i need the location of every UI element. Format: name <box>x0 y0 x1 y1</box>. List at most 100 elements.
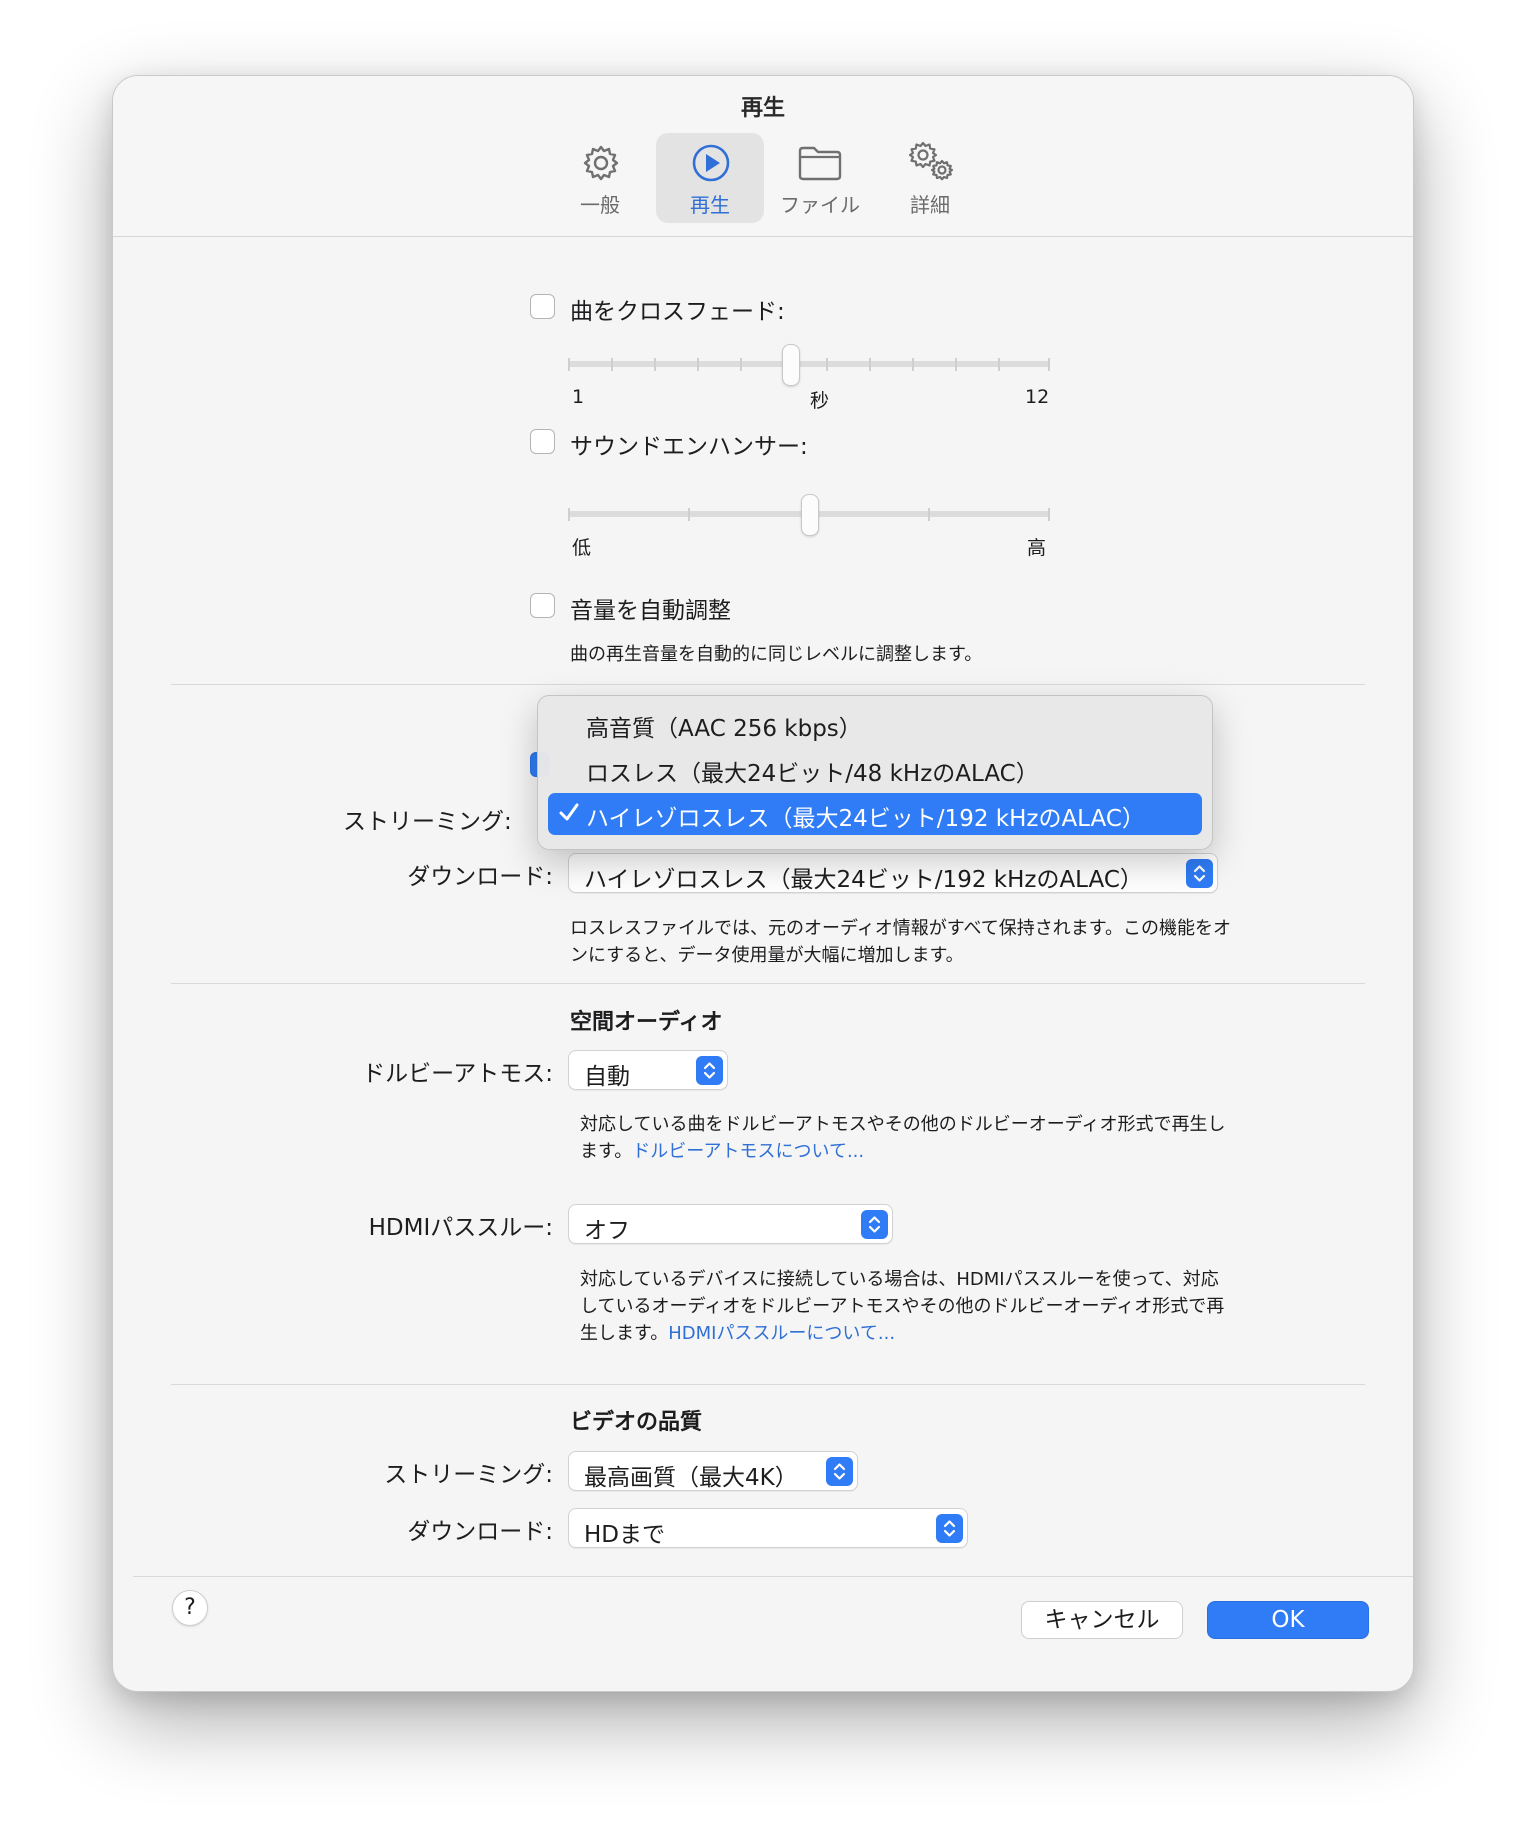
chevron-updown-icon <box>833 1463 846 1480</box>
crossfade-tick <box>697 358 699 371</box>
hdmi-description-line1: 対応しているデバイスに接続している場合は、HDMIパススルーを使って、対応 <box>580 1269 1219 1290</box>
menu-item-lossless[interactable]: ロスレス（最大24ビット/48 kHzのALAC） <box>548 748 1202 790</box>
crossfade-tick <box>998 358 1000 371</box>
tab-playback[interactable]: 再生 <box>656 133 764 223</box>
sound-check-description: 曲の再生音量を自動的に同じレベルに調整します。 <box>570 644 983 665</box>
lossless-description-line1: ロスレスファイルでは、元のオーディオ情報がすべて保持されます。この機能をオ <box>570 918 1231 939</box>
hdmi-passthrough-stepper <box>861 1210 888 1239</box>
crossfade-label: 曲をクロスフェード: <box>570 299 785 325</box>
chevron-updown-icon <box>1193 865 1206 882</box>
hdmi-passthrough-value: オフ <box>584 1218 630 1244</box>
video-download-value: HDまで <box>584 1522 666 1548</box>
dolby-atmos-value: 自動 <box>584 1064 630 1090</box>
sound-enhancer-tick <box>688 508 690 521</box>
crossfade-tick <box>740 358 742 371</box>
tab-general-label: 一般 <box>580 193 620 217</box>
crossfade-max-label: 12 <box>1025 386 1050 408</box>
ok-button[interactable]: OK <box>1207 1601 1369 1639</box>
sound-enhancer-slider-thumb[interactable] <box>801 494 819 536</box>
lossless-description-line2: ンにすると、データ使用量が大幅に増加します。 <box>570 945 964 966</box>
tab-files[interactable]: ファイル <box>766 133 874 223</box>
crossfade-min-label: 1 <box>572 386 585 408</box>
section-divider <box>171 684 1365 685</box>
crossfade-slider-track <box>568 361 1050 367</box>
chevron-updown-icon <box>868 1216 881 1233</box>
sound-enhancer-low-label: 低 <box>572 537 592 559</box>
video-download-label: ダウンロード: <box>407 1519 553 1545</box>
crossfade-unit-label: 秒 <box>810 390 830 412</box>
tab-advanced[interactable]: 詳細 <box>876 133 984 223</box>
crossfade-tick <box>955 358 957 371</box>
chevron-updown-icon <box>703 1062 716 1079</box>
audio-download-label: ダウンロード: <box>407 864 553 890</box>
audio-download-stepper <box>1186 859 1213 888</box>
section-divider <box>171 983 1365 984</box>
crossfade-tick <box>654 358 656 371</box>
menu-item-high-quality[interactable]: 高音質（AAC 256 kbps） <box>548 703 1202 745</box>
menu-item-hires-lossless[interactable]: ハイレゾロスレス（最大24ビット/192 kHzのALAC） <box>548 793 1202 835</box>
sound-enhancer-checkbox[interactable] <box>530 429 555 454</box>
chevron-updown-icon <box>943 1520 956 1537</box>
crossfade-tick <box>912 358 914 371</box>
video-download-stepper <box>936 1514 963 1543</box>
spatial-audio-heading: 空間オーディオ <box>570 1010 723 1035</box>
menu-item-label: ハイレゾロスレス（最大24ビット/192 kHzのALAC） <box>586 806 1145 832</box>
checkmark-icon <box>558 799 580 831</box>
crossfade-tick <box>869 358 871 371</box>
toolbar: 一般 再生 ファイル 詳細 <box>113 133 1413 228</box>
dolby-atmos-label: ドルビーアトモス: <box>362 1061 553 1087</box>
menu-item-label: 高音質（AAC 256 kbps） <box>586 716 862 742</box>
footer-divider <box>133 1576 1413 1577</box>
crossfade-tick <box>611 358 613 371</box>
hdmi-passthrough-label: HDMIパススルー: <box>368 1215 553 1241</box>
hdmi-description-prefix: 生します。 <box>580 1323 669 1344</box>
menu-item-label: ロスレス（最大24ビット/48 kHzのALAC） <box>586 761 1039 787</box>
dolby-atmos-link[interactable]: ドルビーアトモスについて... <box>632 1141 864 1162</box>
sound-enhancer-label: サウンドエンハンサー: <box>570 434 808 460</box>
tab-playback-label: 再生 <box>690 193 730 217</box>
video-streaming-label: ストリーミング: <box>384 1462 553 1488</box>
tab-general[interactable]: 一般 <box>546 133 654 223</box>
gear-icon <box>583 145 619 181</box>
video-quality-heading: ビデオの品質 <box>570 1410 703 1435</box>
sound-enhancer-high-label: 高 <box>1027 537 1047 559</box>
preferences-window: 再生 一般 再生 ファイル 詳細 曲をクロスフェード: 1 秒 12 サウンドエ… <box>112 75 1414 1692</box>
hdmi-description-line3: 生します。HDMIパススルーについて... <box>580 1320 895 1347</box>
dolby-atmos-select[interactable]: 自動 <box>568 1050 728 1090</box>
audio-download-select[interactable]: ハイレゾロスレス（最大24ビット/192 kHzのALAC） <box>568 853 1218 893</box>
window-title: 再生 <box>740 96 785 121</box>
video-download-select[interactable]: HDまで <box>568 1508 968 1548</box>
sound-enhancer-tick <box>928 508 930 521</box>
sound-check-label: 音量を自動調整 <box>570 598 731 624</box>
crossfade-tick <box>826 358 828 371</box>
crossfade-tick <box>1048 358 1050 371</box>
folder-icon <box>798 146 842 181</box>
sound-check-checkbox[interactable] <box>530 593 555 618</box>
dolby-atmos-stepper <box>696 1056 723 1085</box>
gears-icon <box>908 141 954 181</box>
sound-enhancer-tick <box>1048 508 1050 521</box>
video-streaming-value: 最高画質（最大4K） <box>584 1465 798 1491</box>
audio-streaming-label: ストリーミング: <box>343 809 512 835</box>
video-streaming-stepper <box>826 1457 853 1486</box>
sound-enhancer-tick <box>568 508 570 521</box>
play-circle-icon <box>692 144 730 182</box>
titlebar: 再生 一般 再生 ファイル 詳細 <box>113 76 1413 237</box>
hdmi-passthrough-select[interactable]: オフ <box>568 1204 893 1244</box>
crossfade-slider-thumb[interactable] <box>782 344 800 386</box>
audio-download-value: ハイレゾロスレス（最大24ビット/192 kHzのALAC） <box>584 867 1143 893</box>
help-button[interactable]: ? <box>172 1590 208 1626</box>
section-divider <box>171 1384 1365 1385</box>
cancel-button[interactable]: キャンセル <box>1021 1601 1183 1639</box>
crossfade-checkbox[interactable] <box>530 294 555 319</box>
dolby-description-line2: ます。ドルビーアトモスについて... <box>580 1138 864 1165</box>
tab-advanced-label: 詳細 <box>910 193 950 217</box>
video-streaming-select[interactable]: 最高画質（最大4K） <box>568 1451 858 1491</box>
crossfade-tick <box>568 358 570 371</box>
hdmi-description-line2: しているオーディオをドルビーアトモスやその他のドルビーオーディオ形式で再 <box>580 1296 1225 1317</box>
hdmi-passthrough-link[interactable]: HDMIパススルーについて... <box>668 1323 895 1344</box>
dolby-description-line1: 対応している曲をドルビーアトモスやその他のドルビーオーディオ形式で再生し <box>580 1114 1226 1135</box>
tab-files-label: ファイル <box>780 193 860 217</box>
audio-streaming-menu: 高音質（AAC 256 kbps） ロスレス（最大24ビット/48 kHzのAL… <box>537 695 1213 850</box>
dolby-description-prefix: ます。 <box>580 1141 633 1162</box>
